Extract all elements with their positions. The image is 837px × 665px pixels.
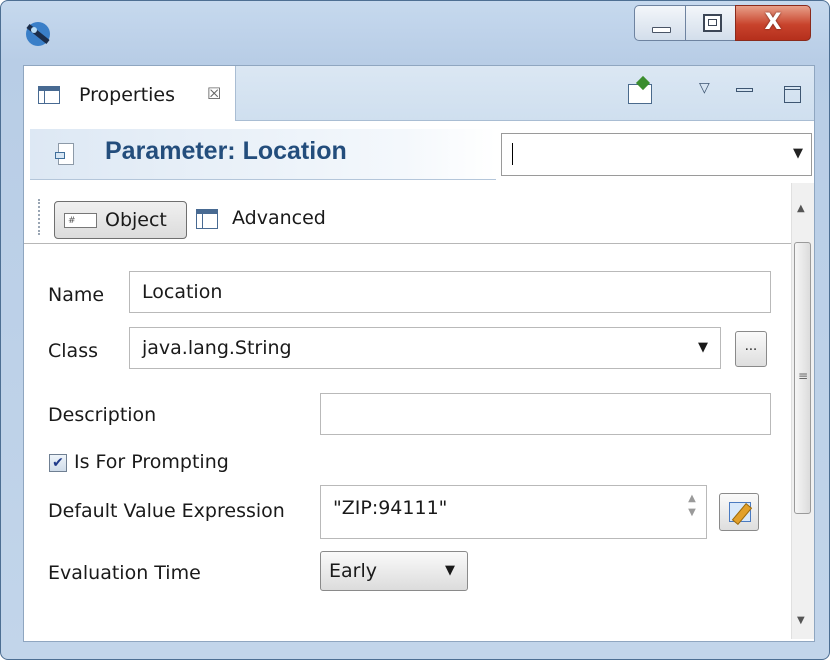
minimize-view-icon[interactable] (736, 88, 753, 92)
window-maximize-button[interactable] (685, 5, 736, 41)
eclipse-app-icon (26, 22, 50, 46)
is-for-prompting-checkbox[interactable]: ✔ (49, 454, 67, 472)
parameter-select-combo[interactable]: ▼ (501, 133, 812, 176)
tab-close-icon[interactable]: ☒ (207, 84, 221, 103)
window-close-button[interactable]: X (735, 5, 811, 41)
description-field[interactable] (320, 393, 771, 435)
default-value-expression-value: "ZIP:94111" (333, 497, 448, 519)
tab-object-label: Object (105, 209, 167, 231)
parameter-form: Name Location Class java.lang.String ▼ .… (24, 244, 789, 639)
window-minimize-button[interactable] (634, 5, 686, 41)
header-title-bar: Parameter: Location (30, 129, 496, 180)
dropdown-arrow-icon: ▼ (793, 146, 803, 161)
is-for-prompting-label: Is For Prompting (74, 451, 229, 473)
maximize-view-icon[interactable] (784, 86, 801, 103)
tab-properties-label: Properties (79, 84, 176, 106)
chevron-down-icon: ▼ (698, 340, 708, 355)
evaluation-time-select[interactable]: Early ▼ (320, 551, 468, 591)
page-header: Parameter: Location ▼ (24, 121, 814, 183)
expression-editor-button[interactable] (719, 493, 759, 531)
grip-icon: ≡ (798, 369, 809, 383)
properties-icon (38, 86, 60, 104)
scroll-up-icon[interactable]: ▲ (797, 203, 805, 214)
name-label: Name (48, 284, 105, 306)
object-icon: # (64, 213, 97, 228)
evaluation-time-value: Early (329, 560, 377, 582)
parameter-icon (55, 143, 74, 165)
class-combo[interactable]: java.lang.String ▼ (129, 327, 721, 369)
description-label: Description (48, 404, 157, 426)
name-field[interactable]: Location (129, 271, 771, 313)
tab-advanced[interactable]: Advanced (232, 207, 326, 229)
text-spin-icon: ▲ ▼ (688, 493, 696, 518)
scroll-down-icon[interactable]: ▼ (797, 615, 805, 626)
advanced-icon[interactable] (196, 209, 218, 229)
browse-class-button[interactable]: ... (735, 331, 767, 367)
pin-view-icon[interactable] (628, 84, 652, 104)
toolbar-grip (38, 199, 42, 235)
tab-object[interactable]: # Object (54, 201, 187, 239)
class-value: java.lang.String (142, 337, 292, 359)
tab-properties[interactable]: Properties ☒ (24, 66, 236, 121)
scroll-thumb[interactable]: ≡ (794, 242, 811, 514)
maximize-icon (703, 14, 722, 32)
chevron-down-icon: ▼ (445, 563, 455, 578)
close-icon: X (764, 10, 782, 35)
default-value-expression-field[interactable]: "ZIP:94111" ▲ ▼ (320, 485, 707, 539)
view-menu-icon[interactable]: ▽ (699, 80, 710, 96)
properties-view: Properties ☒ ▽ Parameter: Location ▼ # O… (23, 65, 815, 642)
text-caret (512, 143, 513, 165)
view-tab-strip: Properties ☒ ▽ (24, 66, 814, 121)
default-value-expression-label: Default Value Expression (48, 500, 285, 522)
vertical-scrollbar[interactable]: ▲ ≡ ▼ (791, 183, 814, 639)
section-tabs: # Object Advanced (24, 191, 814, 244)
minimize-icon (652, 27, 671, 33)
window-frame: X Properties ☒ ▽ Parameter: Location ▼ #… (0, 0, 830, 660)
class-label: Class (48, 340, 98, 362)
evaluation-time-label: Evaluation Time (48, 562, 201, 584)
page-title: Parameter: Location (105, 137, 347, 165)
